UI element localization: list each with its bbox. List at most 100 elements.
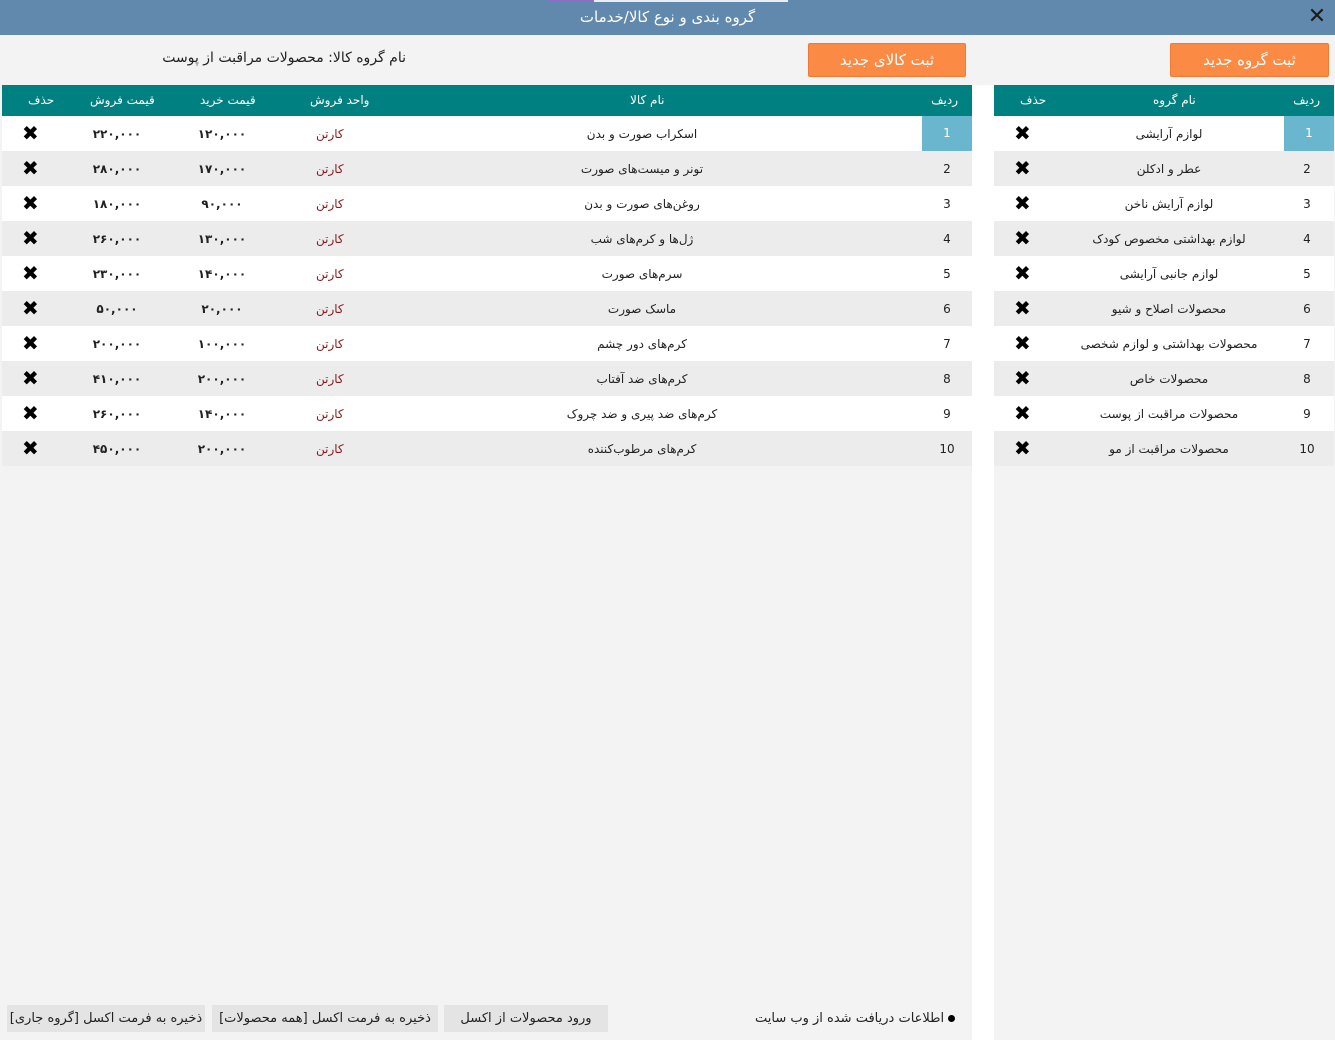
group-row[interactable]: 9 محصولات مراقبت از پوست ✖ xyxy=(994,396,1334,431)
sell-price: ۱۸۰,۰۰۰ xyxy=(92,197,142,211)
delete-icon[interactable]: ✖ xyxy=(22,191,39,215)
group-row[interactable]: 2 عطر و ادکلن ✖ xyxy=(994,151,1334,186)
new-group-button[interactable]: ثبت گروه جدید xyxy=(1170,43,1329,77)
sell-price: ۲۰۰,۰۰۰ xyxy=(92,337,142,351)
export-current-group-button[interactable]: ذخیره به فرمت اکسل [گروه جاری] xyxy=(7,1005,205,1032)
close-icon[interactable]: ✕ xyxy=(1305,5,1329,29)
row-number: 4 xyxy=(943,232,951,246)
group-row-number: 3 xyxy=(1303,197,1311,211)
group-row[interactable]: 10 محصولات مراقبت از مو ✖ xyxy=(994,431,1334,466)
current-group-label: نام گروه کالا: محصولات مراقبت از پوست xyxy=(162,50,406,66)
table-row[interactable]: 2 تونر و میست‌های صورت کارتن ۱۷۰,۰۰۰ ۲۸۰,۰۰۰… xyxy=(2,151,972,186)
table-row[interactable]: 4 ژل‌ها و کرم‌های شب کارتن ۱۳۰,۰۰۰ ۲۶۰,۰۰۰ ✖ xyxy=(2,221,972,256)
delete-icon[interactable]: ✖ xyxy=(1014,401,1031,425)
product-name: کرم‌های مرطوب‌کننده xyxy=(587,442,697,456)
header-group-delete: حذف xyxy=(1020,93,1047,107)
buy-price: ۲۰۰,۰۰۰ xyxy=(197,442,247,456)
delete-icon[interactable]: ✖ xyxy=(1014,121,1031,145)
buy-price: ۱۰۰,۰۰۰ xyxy=(197,337,247,351)
group-row[interactable]: 5 لوازم جانبی آرایشی ✖ xyxy=(994,256,1334,291)
table-row[interactable]: 1 اسکراب صورت و بدن کارتن ۱۲۰,۰۰۰ ۲۲۰,۰۰۰ ✖ xyxy=(2,116,972,151)
sale-unit: کارتن xyxy=(316,232,344,246)
group-name: لوازم جانبی آرایشی xyxy=(1119,267,1219,281)
new-product-button[interactable]: ثبت کالای جدید xyxy=(808,43,966,77)
group-row[interactable]: 8 محصولات خاص ✖ xyxy=(994,361,1334,396)
sell-price: ۴۱۰,۰۰۰ xyxy=(92,372,142,386)
window-title: گروه بندی و نوع کالا/خدمات xyxy=(579,8,756,26)
group-row-number: 10 xyxy=(1299,442,1315,456)
group-row-number: 5 xyxy=(1303,267,1311,281)
delete-icon[interactable]: ✖ xyxy=(22,331,39,355)
delete-icon[interactable]: ✖ xyxy=(22,226,39,250)
groups-table: ردیف نام گروه حذف 1 لوازم آرایشی ✖ 2 عطر و ا… xyxy=(994,85,1334,1040)
product-name: اسکراب صورت و بدن xyxy=(586,127,698,141)
group-row[interactable]: 1 لوازم آرایشی ✖ xyxy=(994,116,1334,151)
group-row[interactable]: 7 محصولات بهداشتی و لوازم شخصی ✖ xyxy=(994,326,1334,361)
sale-unit: کارتن xyxy=(316,442,344,456)
buy-price: ۱۲۰,۰۰۰ xyxy=(197,127,247,141)
delete-icon[interactable]: ✖ xyxy=(1014,296,1031,320)
buy-price: ۱۳۰,۰۰۰ xyxy=(197,232,247,246)
table-row[interactable]: 9 کرم‌های ضد پیری و ضد چروک کارتن ۱۴۰,۰۰۰ ۲۶… xyxy=(2,396,972,431)
delete-icon[interactable]: ✖ xyxy=(22,366,39,390)
product-name: کرم‌های ضد آفتاب xyxy=(596,372,688,386)
group-name: محصولات مراقبت از مو xyxy=(1109,442,1229,456)
row-number: 8 xyxy=(943,372,951,386)
buy-price: ۱۴۰,۰۰۰ xyxy=(197,267,247,281)
sell-price: ۲۶۰,۰۰۰ xyxy=(92,407,142,421)
sale-unit: کارتن xyxy=(316,372,344,386)
import-excel-button[interactable]: ورود محصولات از اکسل xyxy=(444,1005,608,1032)
delete-icon[interactable]: ✖ xyxy=(22,121,39,145)
header-product-name: نام کالا xyxy=(630,93,665,107)
group-row[interactable]: 3 لوازم آرایش ناخن ✖ xyxy=(994,186,1334,221)
header-buy-price: قیمت خرید xyxy=(200,93,256,107)
group-row[interactable]: 4 لوازم بهداشتی مخصوص کودک ✖ xyxy=(994,221,1334,256)
delete-icon[interactable]: ✖ xyxy=(1014,191,1031,215)
header-group-row-number: ردیف xyxy=(1293,93,1320,107)
group-row-number: 2 xyxy=(1303,162,1311,176)
buy-price: ۲۰,۰۰۰ xyxy=(201,302,243,316)
group-row-number: 7 xyxy=(1303,337,1311,351)
delete-icon[interactable]: ✖ xyxy=(22,401,39,425)
groups-table-header: ردیف نام گروه حذف xyxy=(994,85,1334,116)
row-number: 10 xyxy=(939,442,955,456)
delete-icon[interactable]: ✖ xyxy=(22,261,39,285)
sale-unit: کارتن xyxy=(316,267,344,281)
header-sale-unit: واحد فروش xyxy=(310,93,370,107)
group-name: محصولات خاص xyxy=(1129,372,1209,386)
table-row[interactable]: 5 سرم‌های صورت کارتن ۱۴۰,۰۰۰ ۲۳۰,۰۰۰ ✖ xyxy=(2,256,972,291)
buy-price: ۱۷۰,۰۰۰ xyxy=(197,162,247,176)
sell-price: ۲۲۰,۰۰۰ xyxy=(92,127,142,141)
table-row[interactable]: 10 کرم‌های مرطوب‌کننده کارتن ۲۰۰,۰۰۰ ۴۵۰,۰۰۰… xyxy=(2,431,972,466)
header-row-number: ردیف xyxy=(931,93,958,107)
product-name: ماسک صورت xyxy=(607,302,677,316)
products-table: ردیف نام کالا واحد فروش قیمت خرید قیمت ف… xyxy=(2,85,972,1000)
title-accent-mark xyxy=(548,0,594,2)
product-name: سرم‌های صورت xyxy=(601,267,683,281)
header-delete: حذف xyxy=(28,93,55,107)
export-all-products-button[interactable]: ذخیره به فرمت اکسل [همه محصولات] xyxy=(212,1005,438,1032)
delete-icon[interactable]: ✖ xyxy=(1014,226,1031,250)
group-name: لوازم بهداشتی مخصوص کودک xyxy=(1092,232,1246,246)
header-group-name: نام گروه xyxy=(1153,93,1196,107)
table-row[interactable]: 6 ماسک صورت کارتن ۲۰,۰۰۰ ۵۰,۰۰۰ ✖ xyxy=(2,291,972,326)
delete-icon[interactable]: ✖ xyxy=(1014,261,1031,285)
sell-price: ۵۰,۰۰۰ xyxy=(96,302,138,316)
delete-icon[interactable]: ✖ xyxy=(22,436,39,460)
delete-icon[interactable]: ✖ xyxy=(22,156,39,180)
delete-icon[interactable]: ✖ xyxy=(1014,156,1031,180)
status-text: اطلاعات دریافت شده از وب سایت xyxy=(755,1011,945,1026)
delete-icon[interactable]: ✖ xyxy=(1014,436,1031,460)
delete-icon[interactable]: ✖ xyxy=(1014,331,1031,355)
row-number: 5 xyxy=(943,267,951,281)
table-row[interactable]: 7 کرم‌های دور چشم کارتن ۱۰۰,۰۰۰ ۲۰۰,۰۰۰ ✖ xyxy=(2,326,972,361)
product-name: ژل‌ها و کرم‌های شب xyxy=(590,232,694,246)
delete-icon[interactable]: ✖ xyxy=(22,296,39,320)
group-row-number: 6 xyxy=(1303,302,1311,316)
table-row[interactable]: 3 روغن‌های صورت و بدن کارتن ۹۰,۰۰۰ ۱۸۰,۰۰۰ ✖ xyxy=(2,186,972,221)
sale-unit: کارتن xyxy=(316,197,344,211)
table-row[interactable]: 8 کرم‌های ضد آفتاب کارتن ۲۰۰,۰۰۰ ۴۱۰,۰۰۰ ✖ xyxy=(2,361,972,396)
group-row[interactable]: 6 محصولات اصلاح و شیو ✖ xyxy=(994,291,1334,326)
buy-price: ۲۰۰,۰۰۰ xyxy=(197,372,247,386)
delete-icon[interactable]: ✖ xyxy=(1014,366,1031,390)
